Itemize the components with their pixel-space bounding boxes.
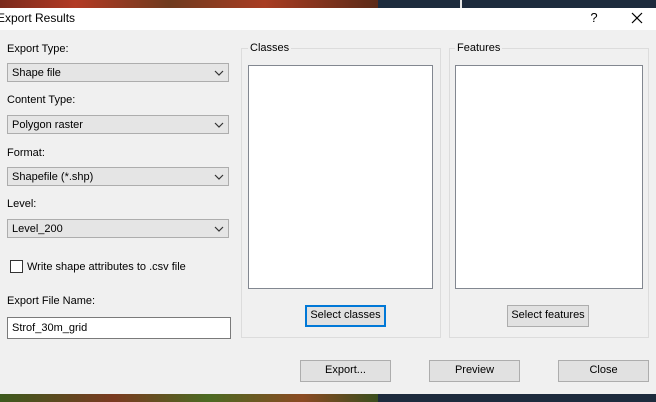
content-type-value: Polygon raster (12, 119, 83, 131)
close-button[interactable]: Close (558, 360, 649, 382)
export-type-select[interactable]: Shape file (7, 63, 229, 82)
export-results-dialog: Export Results ? Export Type: Shape file… (0, 8, 656, 394)
export-type-value: Shape file (12, 67, 61, 79)
format-value: Shapefile (*.shp) (12, 171, 94, 183)
close-icon[interactable] (628, 9, 646, 27)
features-listbox[interactable] (455, 65, 643, 289)
dialog-title: Export Results (0, 11, 76, 25)
file-name-value: Strof_30m_grid (12, 322, 88, 334)
write-attributes-label[interactable]: Write shape attributes to .csv file (27, 261, 186, 273)
content-type-label: Content Type: (7, 94, 76, 106)
file-name-label: Export File Name: (7, 295, 96, 307)
preview-button[interactable]: Preview (429, 360, 520, 382)
write-attributes-checkbox[interactable] (10, 260, 23, 273)
title-bar[interactable]: Export Results ? (0, 8, 656, 30)
help-button[interactable]: ? (587, 10, 601, 25)
select-classes-button[interactable]: Select classes (305, 305, 386, 327)
format-select[interactable]: Shapefile (*.shp) (7, 167, 229, 186)
classes-group-label: Classes (248, 42, 292, 54)
content-type-select[interactable]: Polygon raster (7, 115, 229, 134)
export-type-label: Export Type: (7, 43, 69, 55)
background-app-top-right (378, 0, 656, 8)
background-divider (460, 0, 462, 8)
level-value: Level_200 (12, 223, 63, 235)
export-button[interactable]: Export... (300, 360, 391, 382)
chevron-down-icon (214, 68, 224, 78)
background-app-bottom-right (378, 394, 656, 402)
select-features-button[interactable]: Select features (507, 305, 589, 327)
background-app-top-left (0, 0, 378, 8)
level-select[interactable]: Level_200 (7, 219, 229, 238)
features-group-label: Features (455, 42, 503, 54)
format-label: Format: (7, 147, 45, 159)
classes-listbox[interactable] (248, 65, 433, 289)
level-label: Level: (7, 198, 37, 210)
chevron-down-icon (214, 120, 224, 130)
chevron-down-icon (214, 172, 224, 182)
chevron-down-icon (214, 224, 224, 234)
background-app-bottom-left (0, 394, 378, 402)
file-name-input[interactable]: Strof_30m_grid (7, 317, 231, 339)
